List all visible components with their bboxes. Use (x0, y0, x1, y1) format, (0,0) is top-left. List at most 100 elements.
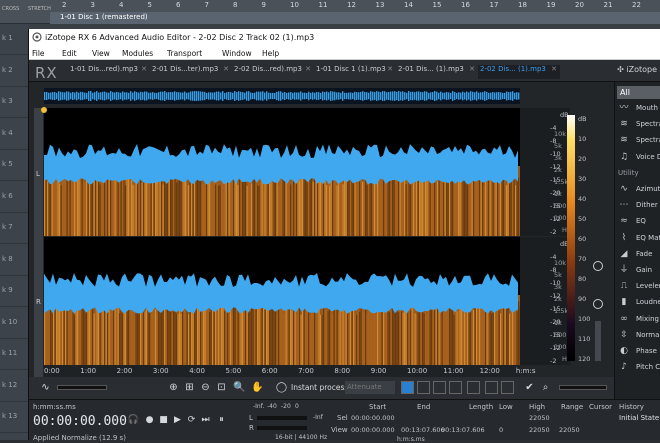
hand-tool-icon[interactable]: ✋ (251, 381, 264, 394)
commit-check-icon[interactable]: ✔ (523, 381, 536, 394)
host-track-row[interactable]: k 3 (0, 87, 28, 118)
spectrogram-column (491, 313, 493, 365)
menu-view[interactable]: View (92, 49, 110, 58)
host-toggle-stretch[interactable]: STRETCH (28, 6, 51, 12)
zoom-reset-icon[interactable]: ⊡ (215, 381, 228, 394)
module-item[interactable]: ◐ Phase (615, 343, 660, 359)
menu-modules[interactable]: Modules (122, 49, 153, 58)
time-selection-tool-icon[interactable] (401, 381, 414, 394)
module-item[interactable]: ♪ Pitch Co (615, 359, 660, 375)
menu-help[interactable]: Help (262, 49, 279, 58)
vertical-zoom-slider[interactable] (595, 321, 601, 361)
module-item[interactable]: 〰 Mouth De (615, 100, 660, 116)
menu-edit[interactable]: Edit (62, 49, 77, 58)
tab-close-icon[interactable]: ✕ (469, 65, 475, 73)
view-value[interactable]: 0 (499, 426, 503, 434)
module-item[interactable]: ◢ Fade (615, 246, 660, 262)
zoom-fit-icon[interactable]: ⊞ (183, 381, 196, 394)
waveform-overview[interactable] (44, 88, 520, 104)
module-item[interactable]: ∿ Azimuth (615, 181, 660, 197)
module-item[interactable]: ≋ Spectral (615, 116, 660, 132)
host-track-row[interactable]: k 2 (0, 56, 28, 87)
module-item[interactable]: ⏚ Gain (615, 262, 660, 278)
host-track-row[interactable]: k 13 (0, 402, 28, 433)
transport-loop-icon[interactable]: ⟳ (185, 414, 198, 427)
host-track-row[interactable]: k 10 (0, 308, 28, 339)
module-item[interactable]: ⇳ Normalize (615, 327, 660, 343)
file-tab[interactable]: 1-01 Disc 1 (1).mp3 ✕ (314, 65, 396, 79)
module-item[interactable]: ▮ Loudness (615, 294, 660, 310)
spectrogram-right-channel[interactable] (44, 237, 520, 365)
spectrogram-column (65, 301, 67, 365)
overview-bar (254, 92, 256, 100)
module-item[interactable]: ♫ Voice De (615, 149, 660, 165)
module-item[interactable]: ⋯ Dither (615, 197, 660, 213)
history-initial-state[interactable]: Initial State (619, 414, 659, 422)
transport-pause-icon[interactable]: ⏸ (215, 414, 228, 427)
module-item[interactable]: ⌇ EQ Match (615, 230, 660, 246)
host-track-row[interactable]: k 5 (0, 150, 28, 181)
host-track-row[interactable]: k 11 (0, 339, 28, 370)
transport-stop-icon[interactable]: ■ (157, 414, 170, 427)
host-track-row[interactable]: k 4 (0, 119, 28, 150)
host-toggle-cross[interactable]: CROSS (2, 6, 19, 12)
timeline[interactable]: 0:00 1:00 2:00 3:00 4:00 5:00 6:00 7:00 8:00 9:00… (44, 365, 536, 377)
transport-headphones-icon[interactable]: 🎧 (127, 414, 140, 427)
timeline-zoom-slider[interactable] (57, 385, 107, 390)
transport-skip-icon[interactable]: ⏭ (199, 414, 212, 427)
time-freq-selection-tool-icon[interactable] (433, 381, 446, 394)
view-value[interactable]: 00:13:07.606 (441, 426, 485, 434)
host-track-row[interactable]: k 7 (0, 213, 28, 244)
file-tab[interactable]: 2-01 Dis...ter).mp3 ✕ (150, 65, 232, 79)
tab-close-icon[interactable]: ✕ (387, 65, 393, 73)
tab-close-icon[interactable]: ✕ (223, 65, 229, 73)
host-track-row[interactable]: k 1 (0, 24, 28, 55)
overview-bar (54, 91, 56, 101)
host-track-row[interactable]: k 9 (0, 276, 28, 307)
instant-process-toggle[interactable]: ◯ (275, 381, 288, 394)
module-filter-all[interactable]: All (617, 86, 660, 99)
playhead-marker[interactable] (41, 107, 47, 113)
menu-window[interactable]: Window (222, 49, 252, 58)
module-item[interactable]: ≈ EQ (615, 213, 660, 229)
frequency-zoom-slider[interactable] (559, 385, 607, 390)
tab-close-icon[interactable]: ✕ (305, 65, 311, 73)
sel-start[interactable]: 00:00:00.000 (351, 414, 395, 422)
harmonic-selection-icon[interactable] (501, 381, 514, 394)
tab-close-icon[interactable]: ✕ (141, 65, 147, 73)
transport-record-icon[interactable]: ● (143, 414, 156, 427)
wave-view-icon[interactable]: ∿ (39, 381, 52, 394)
magic-wand-tool-icon[interactable] (485, 381, 498, 394)
file-tab[interactable]: 2-02 Dis... (1).mp3 ✕ (478, 65, 560, 79)
spectrogram-left-channel[interactable] (44, 108, 520, 236)
menu-transport[interactable]: Transport (167, 49, 202, 58)
module-item[interactable]: ∞ Mixing (615, 311, 660, 327)
brush-tool-icon[interactable] (467, 381, 480, 394)
file-tab[interactable]: 2-02 Dis...red).mp3 ✕ (232, 65, 314, 79)
zoom-in-icon[interactable]: ⊕ (167, 381, 180, 394)
zoom-in-icon[interactable] (593, 299, 603, 309)
host-track-row[interactable]: k 6 (0, 182, 28, 213)
zoom-icon[interactable]: ⌕ (539, 381, 552, 394)
lasso-tool-icon[interactable] (449, 381, 462, 394)
view-value[interactable]: 22050 (529, 426, 550, 434)
overview-bar (320, 92, 322, 100)
tab-close-icon[interactable]: ✕ (551, 65, 557, 73)
transport-play-icon[interactable]: ▶ (171, 414, 184, 427)
file-tab[interactable]: 1-01 Dis...red).mp3 ✕ (68, 65, 150, 79)
frequency-selection-tool-icon[interactable] (417, 381, 430, 394)
zoom-tool-icon[interactable]: 🔍 (233, 381, 246, 394)
menu-file[interactable]: File (32, 49, 45, 58)
module-item[interactable]: ⎍ Leveler (615, 278, 660, 294)
zoom-out-icon[interactable]: ⊖ (199, 381, 212, 394)
host-track-row[interactable]: k 8 (0, 245, 28, 276)
attenuate-dropdown[interactable]: Attenuate (345, 381, 395, 394)
view-value[interactable]: 00:00:00.000 (351, 426, 395, 434)
view-value[interactable]: 00:13:07.606 (401, 426, 445, 434)
zoom-in-icon[interactable] (593, 261, 603, 271)
view-value[interactable]: 22050 (559, 426, 580, 434)
module-item[interactable]: ≋ Spectral (615, 132, 660, 148)
time-format[interactable]: h:mm:ss.ms (33, 403, 76, 411)
host-track-row[interactable]: k 12 (0, 371, 28, 402)
file-tab[interactable]: 2-01 Dis... (1).mp3 ✕ (396, 65, 478, 79)
